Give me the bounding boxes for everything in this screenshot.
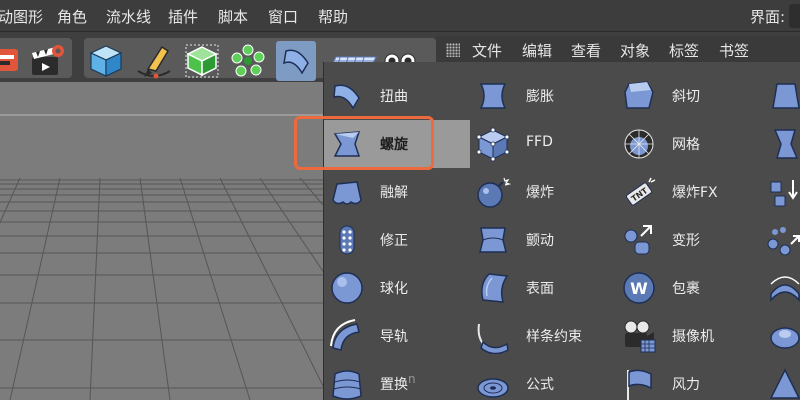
mesh-cage-icon [621, 126, 657, 162]
menu-window[interactable]: 窗口 [268, 6, 298, 27]
object-manager-menu: 文件 编辑 查看 对象 标签 书签 [436, 36, 800, 64]
menu-item-formula[interactable]: 公式 [470, 360, 616, 400]
menu-item-surface[interactable]: 表面 [470, 264, 616, 312]
menu-item-col4-3[interactable] [762, 168, 800, 216]
jiggle-icon [475, 222, 511, 258]
menu-item-explosion-fx[interactable]: TNT 爆炸FX [616, 168, 762, 216]
correction-icon [329, 222, 365, 258]
panel-grip-icon[interactable] [446, 43, 460, 57]
om-menu-tags[interactable]: 标签 [669, 40, 699, 61]
watermark-text: n [408, 372, 416, 386]
wave-icon [767, 270, 800, 306]
collision-icon [767, 174, 800, 210]
bevel-icon [621, 78, 657, 114]
film-camera-icon [621, 318, 657, 354]
menu-item-col4-6[interactable] [762, 312, 800, 360]
menu-item-wind[interactable]: 风力 [616, 360, 762, 400]
rail-icon [329, 318, 365, 354]
render-tool-group [0, 38, 72, 78]
taper-icon [767, 78, 800, 114]
menu-item-wrap[interactable]: W 包裹 [616, 264, 762, 312]
om-menu-edit[interactable]: 编辑 [522, 40, 552, 61]
menu-script[interactable]: 脚本 [218, 6, 248, 27]
cube-button[interactable] [86, 41, 126, 81]
formula-icon [475, 366, 511, 400]
menu-item-col4-2[interactable] [762, 120, 800, 168]
pen-icon [137, 45, 171, 79]
bend-icon [283, 49, 309, 75]
layout-dropdown[interactable] [789, 4, 800, 28]
menu-item-correction[interactable]: 修正 [324, 216, 470, 264]
spline-wrap-icon [475, 318, 511, 355]
tnt-icon: TNT [621, 174, 657, 210]
menu-item-explosion[interactable]: 爆炸 [470, 168, 616, 216]
menu-item-displacer[interactable]: 置换 [324, 360, 470, 400]
menu-item-spline-wrap[interactable]: 样条约束 [470, 312, 616, 360]
surface-icon [475, 270, 511, 306]
wind-flag-icon [621, 366, 657, 400]
menu-character[interactable]: 角色 [57, 6, 87, 27]
morph-icon [621, 222, 657, 258]
menu-help[interactable]: 帮助 [318, 6, 348, 27]
shear-icon [767, 126, 800, 162]
svg-text:W: W [630, 279, 648, 298]
triangle-icon [767, 366, 800, 400]
cloner-icon [231, 44, 265, 77]
wrap-w-icon: W [621, 270, 657, 306]
menu-item-col4-5[interactable] [762, 264, 800, 312]
menu-item-bend[interactable]: 扭曲 [324, 72, 470, 120]
clapper-gear-icon [32, 45, 64, 75]
bend-icon [329, 78, 365, 114]
menu-item-ffd[interactable]: FFD [470, 120, 616, 168]
bulge-icon [475, 78, 511, 114]
menu-item-bulge[interactable]: 膨胀 [470, 72, 616, 120]
menu-item-mesh[interactable]: 网格 [616, 120, 762, 168]
sphere-icon [329, 270, 365, 306]
menu-item-bevel[interactable]: 斜切 [616, 72, 762, 120]
displacer-icon [329, 366, 365, 400]
render-settings-button[interactable] [26, 41, 66, 81]
ffd-icon [475, 126, 511, 162]
menu-item-col4-1[interactable] [762, 72, 800, 120]
om-menu-view[interactable]: 查看 [571, 40, 601, 61]
annotation-highlight-box [294, 116, 434, 170]
layout-label: 界面: [750, 8, 786, 26]
cube-icon [89, 45, 123, 77]
bomb-icon [475, 174, 512, 210]
menu-item-camera[interactable]: 摄像机 [616, 312, 762, 360]
deformer-button[interactable] [276, 41, 316, 81]
subdivision-cube-icon [185, 44, 219, 78]
cloner-button[interactable] [228, 41, 268, 81]
menu-item-col4-4[interactable] [762, 216, 800, 264]
menu-item-rail[interactable]: 导轨 [324, 312, 470, 360]
menu-bar: 动图形 角色 流水线 插件 脚本 窗口 帮助 界面: [0, 0, 800, 32]
menu-pipeline[interactable]: 流水线 [106, 6, 151, 27]
menu-item-melt[interactable]: 融解 [324, 168, 470, 216]
menu-plugins[interactable]: 插件 [168, 6, 198, 27]
om-menu-bookmarks[interactable]: 书签 [719, 40, 749, 61]
menu-item-jiggle[interactable]: 颤动 [470, 216, 616, 264]
melt-icon [329, 174, 365, 210]
menu-item-morph[interactable]: 变形 [616, 216, 762, 264]
menu-mograph[interactable]: 动图形 [0, 6, 43, 27]
om-menu-file[interactable]: 文件 [472, 40, 502, 61]
squash-icon [767, 318, 800, 354]
subdivision-surface-button[interactable] [182, 41, 222, 81]
smoothing-icon [767, 222, 800, 258]
menu-item-col4-7[interactable] [762, 360, 800, 400]
om-menu-object[interactable]: 对象 [620, 40, 650, 61]
pen-button[interactable] [134, 41, 174, 81]
menu-item-spherify[interactable]: 球化 [324, 264, 470, 312]
deformer-menu: 扭曲 螺旋 融解 修正 球化 导轨 置换 膨胀 FFD 爆炸 颤动 表面 样条约… [323, 62, 800, 400]
